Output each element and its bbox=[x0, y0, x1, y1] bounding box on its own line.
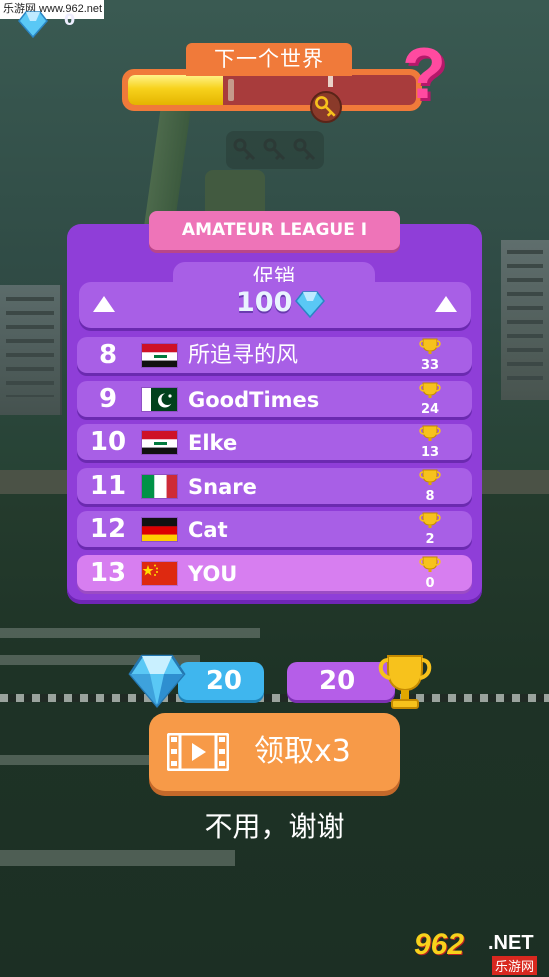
player-name: Snare bbox=[188, 474, 257, 499]
player-name: GoodTimes bbox=[188, 387, 320, 412]
watermark-brand: 962 bbox=[414, 928, 465, 961]
leaderboard-row: 12 Cat 2 bbox=[77, 511, 472, 547]
trophy-count: 33 bbox=[420, 358, 440, 373]
trophy-score: 24 bbox=[416, 382, 444, 416]
collected-keys bbox=[226, 131, 324, 169]
video-icon bbox=[167, 733, 229, 771]
rank-number: 10 bbox=[89, 427, 127, 457]
key-icon bbox=[310, 91, 342, 123]
trophy-count: 8 bbox=[425, 488, 435, 504]
background-lane bbox=[0, 755, 150, 765]
rank-number: 9 bbox=[98, 383, 118, 414]
promotion-value: 100 bbox=[236, 287, 293, 318]
key-icon bbox=[263, 138, 286, 161]
promote-up-arrow-icon bbox=[93, 296, 115, 312]
trophy-score: 0 bbox=[416, 556, 444, 590]
trophy-score: 2 bbox=[416, 512, 444, 546]
background-finish-line bbox=[0, 694, 549, 702]
progress-track bbox=[128, 75, 416, 105]
gem-icon bbox=[128, 654, 186, 708]
watermark-top: 乐游网 www.962.net bbox=[0, 0, 104, 19]
leaderboard-row-you: 13 YOU 0 bbox=[77, 554, 472, 591]
leaderboard-row: 11 Snare 8 bbox=[77, 467, 472, 504]
league-title: AMATEUR LEAGUE I bbox=[149, 211, 400, 250]
watermark-suffix: .NET bbox=[488, 932, 534, 954]
player-name: Cat bbox=[188, 518, 228, 542]
background-building-right bbox=[501, 240, 549, 400]
rank-number: 13 bbox=[89, 557, 127, 588]
progress-marker bbox=[228, 79, 234, 101]
trophy-score: 13 bbox=[416, 425, 444, 459]
flag-iraq-icon bbox=[141, 430, 178, 455]
trophy-count: 24 bbox=[420, 401, 440, 417]
leaderboard-row: 9 GoodTimes 24 bbox=[77, 380, 472, 417]
promote-up-arrow-icon bbox=[435, 296, 457, 312]
rank-number: 8 bbox=[98, 340, 118, 370]
gem-icon bbox=[295, 291, 325, 318]
flag-pakistan-icon bbox=[141, 386, 178, 412]
trophy-count: 0 bbox=[425, 575, 435, 591]
progress-marker bbox=[328, 75, 333, 87]
reward-gems: 20 bbox=[178, 662, 264, 700]
claim-button-label: 领取x3 bbox=[254, 734, 351, 769]
leaderboard-row: 8 所追寻的风 33 bbox=[77, 337, 472, 373]
player-name: 所追寻的风 bbox=[188, 343, 299, 368]
background-building-left bbox=[0, 285, 62, 415]
leaderboard-row: 10 Elke 13 bbox=[77, 424, 472, 460]
leaderboard-list: 8 所追寻的风 33 9 GoodTimes 24 10 Elke 13 11 Snare 8 12 Ca… bbox=[77, 337, 472, 598]
progress-fill bbox=[128, 75, 224, 105]
next-world-title: 下一个世界 bbox=[186, 43, 352, 76]
promotion-reward: 100 bbox=[79, 282, 471, 328]
trophy-score: 33 bbox=[416, 338, 444, 372]
trophy-icon bbox=[418, 469, 442, 491]
trophy-icon bbox=[418, 556, 442, 578]
key-icon bbox=[233, 138, 256, 161]
gem-counter: 0 bbox=[64, 10, 76, 29]
flag-germany-icon bbox=[141, 517, 178, 542]
no-thanks-link[interactable]: 不用，谢谢 bbox=[0, 805, 549, 845]
key-icon bbox=[293, 138, 316, 161]
player-name: YOU bbox=[188, 561, 238, 586]
trophy-icon bbox=[378, 655, 432, 709]
gem-icon bbox=[18, 11, 48, 38]
flag-china-icon bbox=[141, 560, 178, 586]
background-lane bbox=[0, 850, 235, 866]
flag-iraq-icon bbox=[141, 343, 178, 368]
trophy-score: 8 bbox=[416, 469, 444, 503]
flag-italy-icon bbox=[141, 473, 178, 499]
watermark-bottom: 962 .NET 乐游网 bbox=[408, 928, 547, 975]
trophy-count: 2 bbox=[425, 532, 435, 547]
claim-x3-button[interactable]: 领取x3 bbox=[149, 713, 400, 791]
trophy-icon bbox=[418, 382, 442, 404]
rank-number: 12 bbox=[89, 514, 127, 544]
watermark-site: 乐游网 bbox=[492, 956, 538, 975]
mystery-world-icon: ? bbox=[402, 34, 446, 114]
trophy-count: 13 bbox=[420, 445, 440, 460]
background-lane bbox=[0, 628, 260, 638]
player-name: Elke bbox=[188, 431, 238, 455]
rank-number: 11 bbox=[89, 470, 127, 501]
